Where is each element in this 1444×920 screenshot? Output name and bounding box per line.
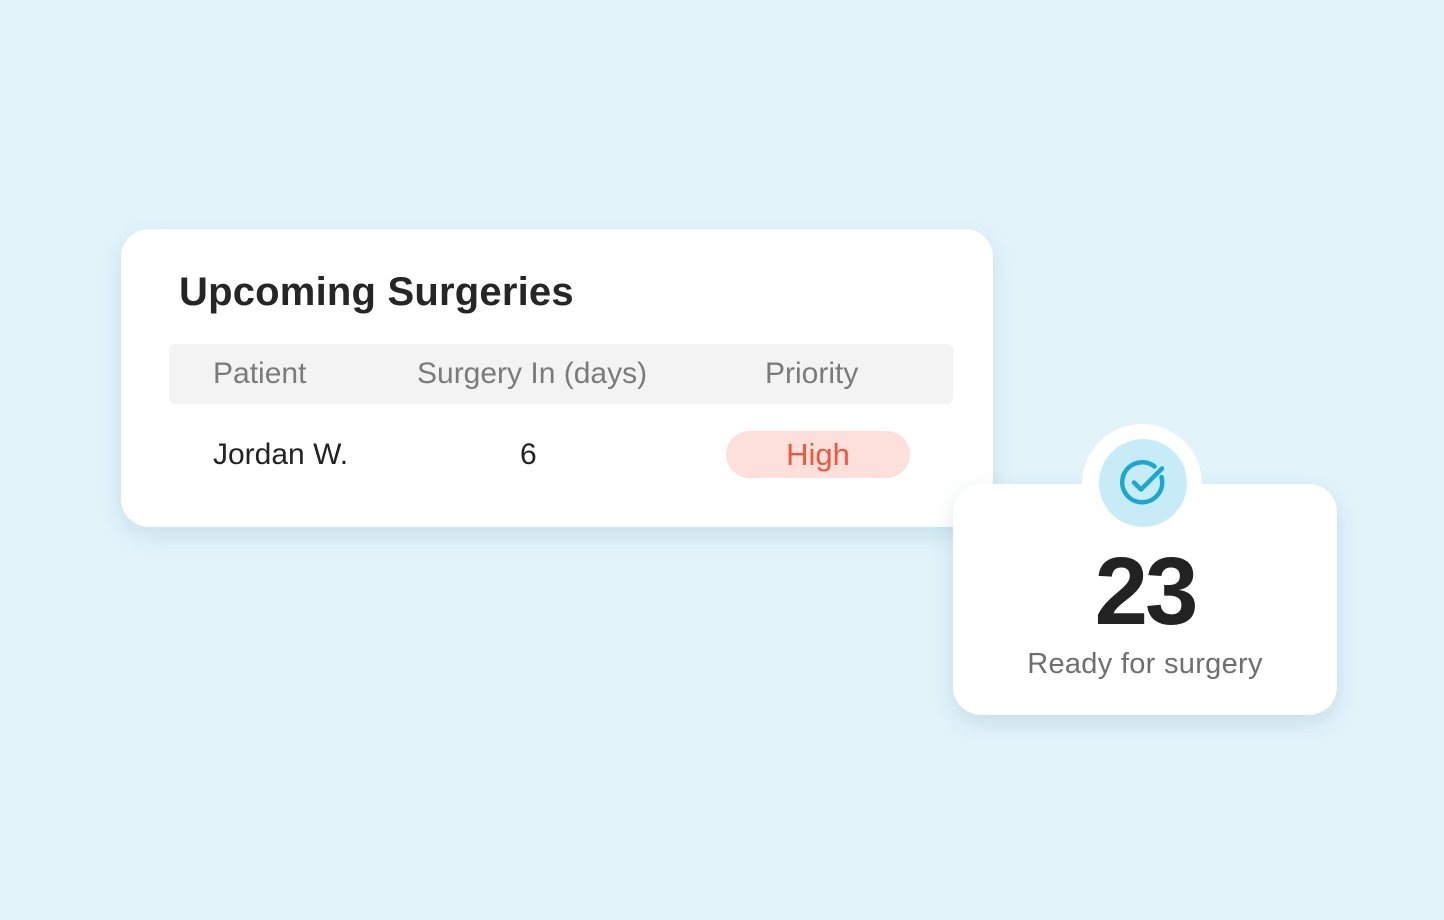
priority-badge: High bbox=[726, 431, 910, 478]
patient-name: Jordan W. bbox=[213, 438, 349, 471]
icon-badge bbox=[1082, 424, 1202, 544]
ready-count: 23 bbox=[1094, 538, 1199, 645]
card-title: Upcoming Surgeries bbox=[179, 270, 574, 314]
column-header-patient: Patient bbox=[213, 357, 307, 390]
column-header-priority: Priority bbox=[765, 357, 859, 390]
icon-circle bbox=[1099, 439, 1187, 527]
ready-label: Ready for surgery bbox=[1027, 648, 1263, 680]
column-header-surgery-in: Surgery In (days) bbox=[417, 357, 648, 390]
check-circle-icon bbox=[1119, 460, 1165, 505]
surgery-days: 6 bbox=[520, 438, 537, 471]
table-row[interactable]: Jordan W. 6 High bbox=[169, 425, 953, 485]
upcoming-surgeries-card: Upcoming Surgeries Patient Surgery In (d… bbox=[121, 229, 993, 527]
table-header: Patient Surgery In (days) Priority bbox=[169, 344, 953, 404]
